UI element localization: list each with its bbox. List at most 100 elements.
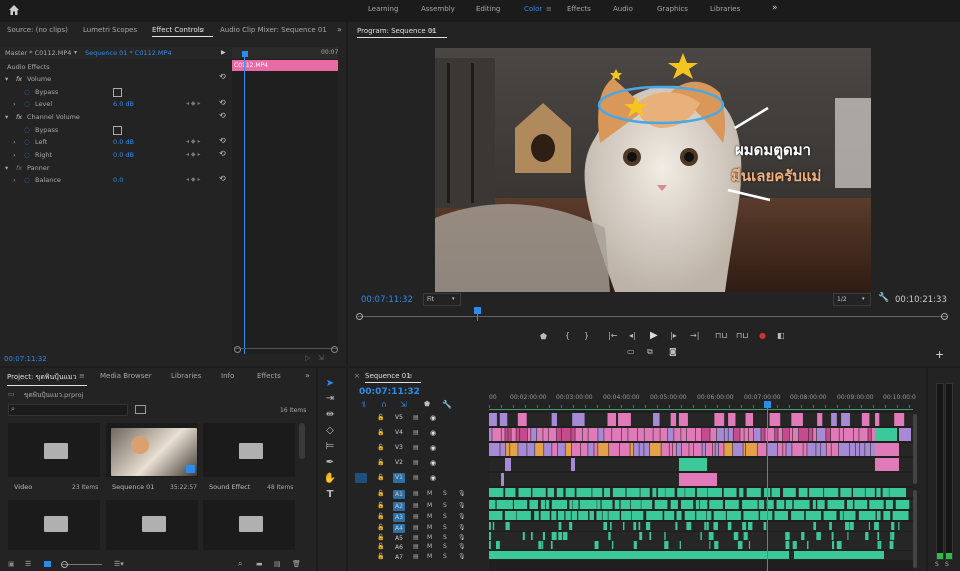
track-label[interactable]: A3 <box>393 513 405 522</box>
track-label[interactable]: A6 <box>393 543 405 552</box>
ec-export-icon[interactable]: ⇲ <box>318 354 324 362</box>
timeline-clip[interactable] <box>785 541 790 549</box>
lock-icon[interactable]: 🔓 <box>377 429 384 436</box>
timeline-clip[interactable] <box>626 488 640 497</box>
timeline-clip[interactable] <box>518 443 527 456</box>
timeline-clip[interactable] <box>813 428 817 441</box>
timeline-clip[interactable] <box>832 541 835 549</box>
timeline-clip[interactable] <box>572 500 579 509</box>
audio-track-header[interactable]: 🔓 A4 ▤ M S 🎙 <box>355 524 487 534</box>
timeline-clip[interactable] <box>621 511 632 520</box>
timeline-clip[interactable] <box>558 522 562 530</box>
timeline-clip[interactable] <box>594 443 598 456</box>
find-icon[interactable]: ⌕ <box>238 559 242 569</box>
timeline-clip[interactable] <box>612 428 622 441</box>
tab-effects[interactable]: Effects <box>257 372 281 380</box>
timeline-clip[interactable] <box>495 541 500 549</box>
timeline-clip[interactable] <box>565 488 575 497</box>
timeline-clip[interactable] <box>664 511 675 520</box>
timeline-clip[interactable] <box>777 443 783 456</box>
eye-icon[interactable]: ◉ <box>430 444 436 452</box>
workspace-effects[interactable]: Effects <box>567 5 591 13</box>
add-marker-icon[interactable]: ⬟ <box>540 332 547 341</box>
timeline-clip[interactable] <box>607 413 616 426</box>
timeline-clip[interactable] <box>713 511 726 520</box>
sync-lock-icon[interactable]: ▤ <box>413 414 419 421</box>
timeline-clip[interactable] <box>505 458 511 471</box>
ec-dropdown-icon[interactable]: ▾ <box>74 49 77 56</box>
timeline-clip[interactable] <box>618 413 631 426</box>
timeline-clip[interactable] <box>594 541 599 549</box>
timeline-clip[interactable] <box>540 511 550 520</box>
timeline-clip[interactable] <box>757 443 767 456</box>
selection-tool-icon[interactable]: ➤ <box>323 378 337 390</box>
solo-button[interactable]: S <box>443 543 447 550</box>
timeline-clip[interactable] <box>805 511 822 520</box>
timeline-clip[interactable] <box>505 522 510 530</box>
track-label[interactable]: V3 <box>393 443 405 453</box>
expand-chevron-icon[interactable]: › <box>13 100 16 108</box>
ec-mini-timeline[interactable]: 00:07 C0112.MP4 <box>232 47 338 354</box>
audio-track-header[interactable]: 🔓 A3 ▤ M S 🎙 <box>355 513 487 523</box>
timeline-clip[interactable] <box>882 488 889 497</box>
timeline-clip[interactable] <box>628 428 638 441</box>
timeline-clip[interactable] <box>704 522 707 530</box>
timeline-clip[interactable] <box>670 500 678 509</box>
timeline-clip[interactable] <box>899 428 911 441</box>
insert-overwrite-icon[interactable]: ⇲ <box>400 400 407 409</box>
audio-track-header[interactable]: 🔓 A6 ▤ M S 🎙 <box>355 543 487 553</box>
sync-lock-icon[interactable]: ▤ <box>413 502 419 509</box>
solo-button[interactable]: S <box>443 524 447 531</box>
timeline-clip[interactable] <box>684 511 696 520</box>
timeline-clip[interactable] <box>639 443 644 456</box>
timeline-clip[interactable] <box>801 532 805 540</box>
timeline-clip[interactable] <box>718 443 724 456</box>
timeline-clip[interactable] <box>543 428 548 441</box>
timeline-clip[interactable] <box>846 500 853 509</box>
ec-clip-bar[interactable]: C0112.MP4 <box>232 60 338 71</box>
timeline-clip[interactable] <box>597 500 601 509</box>
go-to-in-icon[interactable]: |← <box>608 331 617 340</box>
timeline-clip[interactable] <box>700 532 702 540</box>
solo-button[interactable]: S <box>443 513 447 520</box>
timeline-clip[interactable] <box>686 428 696 441</box>
lock-icon[interactable]: 🔓 <box>377 459 384 466</box>
timeline-clip[interactable] <box>791 511 805 520</box>
solo-left-button[interactable]: S <box>935 561 939 568</box>
video-track-header[interactable]: 🔓 V4 ▤ ◉ <box>355 427 487 441</box>
timeline-clip[interactable] <box>831 443 839 456</box>
timeline-clip[interactable] <box>807 443 816 456</box>
timeline-clip[interactable] <box>602 511 608 520</box>
timeline-clip[interactable] <box>489 500 496 509</box>
tab-lumetri-scopes[interactable]: Lumetri Scopes <box>83 26 137 34</box>
timeline-clip[interactable] <box>816 428 826 441</box>
timeline-clip[interactable] <box>686 522 692 530</box>
timeline-clip[interactable] <box>531 428 537 441</box>
timeline-clip[interactable] <box>489 428 492 441</box>
timeline-clip[interactable] <box>782 428 790 441</box>
timeline-clip[interactable] <box>709 500 723 509</box>
timeline-clip[interactable] <box>891 532 895 540</box>
lock-icon[interactable]: 🔓 <box>377 543 384 550</box>
timeline-clip[interactable] <box>775 428 778 441</box>
timeline-clip[interactable] <box>589 511 594 520</box>
track-label[interactable]: V1 <box>393 473 405 483</box>
timeline-clip[interactable] <box>676 511 682 520</box>
timeline-clip[interactable] <box>859 443 865 456</box>
timeline-clip[interactable] <box>639 532 643 540</box>
timeline-clip[interactable] <box>689 443 694 456</box>
ec-left-value[interactable]: 0.0 dB <box>113 138 134 146</box>
timeline-clip[interactable] <box>817 413 823 426</box>
timeline-clip[interactable] <box>598 428 604 441</box>
timeline-clip[interactable] <box>677 488 685 497</box>
timeline-clip[interactable] <box>876 488 881 497</box>
timeline-clip[interactable] <box>674 428 681 441</box>
timeline-clip[interactable] <box>637 428 644 441</box>
track-target-toggle[interactable] <box>355 443 367 453</box>
timeline-clip[interactable] <box>865 488 875 497</box>
timeline-clip[interactable] <box>500 443 506 456</box>
timeline-clip[interactable] <box>789 428 793 441</box>
timeline-clip[interactable] <box>803 443 807 456</box>
track-target-toggle[interactable] <box>355 458 367 468</box>
microphone-icon[interactable]: 🎙 <box>458 524 466 531</box>
